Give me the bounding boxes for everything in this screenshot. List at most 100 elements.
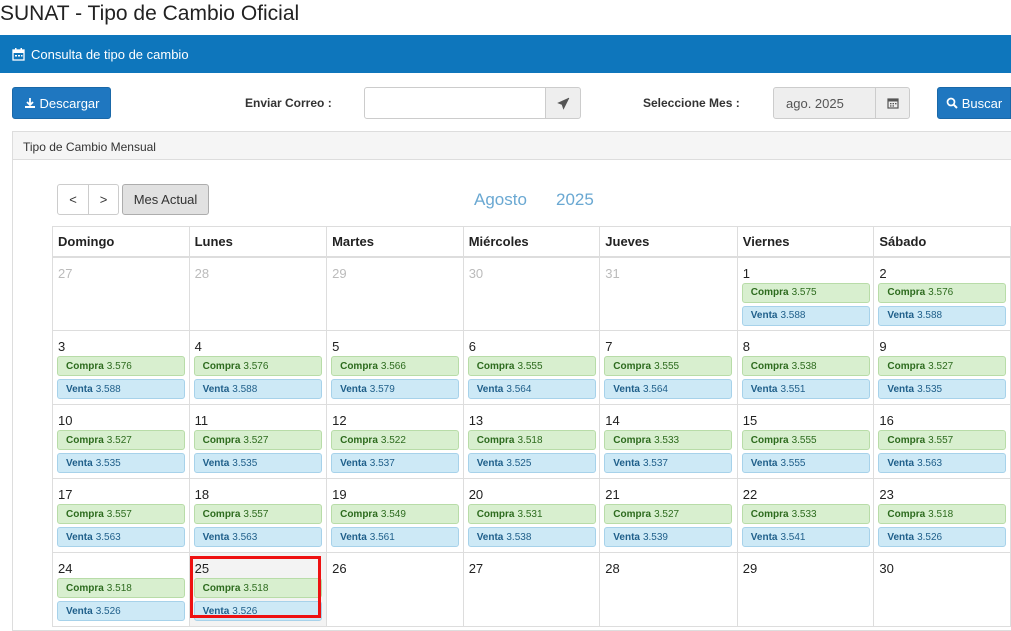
calendar-day-cell[interactable]: 27: [462, 552, 601, 627]
calendar-day-cell[interactable]: 2 Compra 3.576 Venta 3.588: [873, 256, 1011, 331]
venta-badge: Venta 3.541: [741, 527, 870, 547]
calendar-day-cell[interactable]: 16 Compra 3.557 Venta 3.563: [873, 404, 1011, 479]
day-number: 10: [58, 413, 73, 428]
compra-badge: Compra 3.518: [878, 504, 1007, 524]
calendar-day-cell[interactable]: 18 Compra 3.557 Venta 3.563: [188, 478, 328, 553]
day-number: 14: [605, 413, 620, 428]
compra-badge: Compra 3.566: [331, 356, 460, 376]
compra-label: Compra: [750, 360, 789, 372]
venta-badge: Venta 3.579: [331, 379, 460, 399]
month-picker-button[interactable]: [875, 87, 910, 119]
day-number: 20: [468, 487, 484, 502]
calendar-day-cell[interactable]: 21 Compra 3.527 Venta 3.539: [599, 478, 738, 553]
calendar-day-cell[interactable]: 3 Compra 3.576 Venta 3.588: [52, 330, 190, 405]
compra-value: 3.555: [654, 360, 680, 372]
calendar-day-cell[interactable]: 20 Compra 3.531 Venta 3.538: [462, 478, 601, 553]
calendar-day-cell[interactable]: 23 Compra 3.518 Venta 3.526: [873, 478, 1011, 553]
venta-badge: Venta 3.588: [878, 305, 1007, 326]
venta-label: Venta: [340, 531, 367, 543]
calendar-week-row: 10 Compra 3.527 Venta 3.535 11 Compra 3.527 Vent…: [52, 404, 1011, 479]
calendar-day-cell[interactable]: 17 Compra 3.557 Venta 3.563: [52, 478, 190, 553]
calendar-day-cell[interactable]: 29: [736, 552, 875, 627]
day-number: 29: [332, 265, 347, 281]
weekday-header: Miércoles: [462, 226, 601, 258]
calendar-week-row: 3 Compra 3.576 Venta 3.588 4 Compra 3.576 Venta 3…: [52, 330, 1011, 405]
calendar-day-cell[interactable]: 4 Compra 3.576 Venta 3.588: [188, 330, 328, 405]
download-button[interactable]: Descargar: [12, 87, 111, 119]
calendar-day-cell[interactable]: 19 Compra 3.549 Venta 3.561: [326, 478, 464, 553]
calendar-day-cell[interactable]: 10 Compra 3.527 Venta 3.535: [52, 404, 190, 479]
calendar-day-cell[interactable]: 25 Compra 3.518 Venta 3.526: [188, 552, 328, 627]
compra-label: Compra: [202, 360, 241, 372]
calendar-day-cell[interactable]: 15 Compra 3.555 Venta 3.555: [736, 404, 875, 479]
email-field[interactable]: [364, 87, 546, 119]
calendar-month-name: Agosto: [474, 190, 527, 209]
calendar-day-cell[interactable]: 9 Compra 3.527 Venta 3.535: [873, 330, 1011, 405]
venta-badge: Venta 3.537: [604, 453, 733, 473]
compra-value: 3.527: [243, 434, 269, 446]
compra-value: 3.531: [517, 508, 543, 520]
calendar-day-cell[interactable]: 28: [188, 256, 328, 331]
compra-badge: Compra 3.518: [467, 430, 596, 450]
day-number: 24: [58, 561, 73, 576]
venta-label: Venta: [202, 531, 230, 543]
venta-value: 3.535: [917, 383, 943, 395]
compra-value: 3.575: [791, 287, 817, 298]
search-button[interactable]: Buscar: [937, 87, 1011, 119]
venta-label: Venta: [340, 383, 367, 395]
day-number: 8: [742, 339, 751, 354]
calendar-day-cell[interactable]: 22 Compra 3.533 Venta 3.541: [736, 478, 875, 553]
prev-month-button[interactable]: <: [57, 184, 89, 215]
venta-badge: Venta 3.564: [604, 379, 733, 399]
calendar-day-cell[interactable]: 30: [462, 256, 601, 331]
venta-label: Venta: [887, 531, 915, 543]
calendar-day-cell[interactable]: 27: [52, 256, 190, 331]
venta-label: Venta: [750, 531, 778, 543]
day-number: 2: [879, 265, 887, 281]
calendar-day-cell[interactable]: 11 Compra 3.527 Venta 3.535: [188, 404, 328, 479]
download-label: Descargar: [39, 95, 100, 111]
calendar-day-cell[interactable]: 1 Compra 3.575 Venta 3.588: [736, 256, 875, 331]
compra-badge: Compra 3.531: [467, 504, 596, 524]
venta-label: Venta: [66, 457, 93, 469]
day-number: 30: [468, 265, 484, 281]
calendar-day-cell[interactable]: 6 Compra 3.555 Venta 3.564: [462, 330, 601, 405]
calendar-day-cell[interactable]: 14 Compra 3.533 Venta 3.537: [599, 404, 738, 479]
venta-badge: Venta 3.538: [467, 527, 596, 547]
calendar-day-cell[interactable]: 29: [326, 256, 464, 331]
calendar-day-cell[interactable]: 13 Compra 3.518 Venta 3.525: [462, 404, 601, 479]
venta-value: 3.588: [232, 383, 258, 395]
compra-value: 3.518: [517, 434, 543, 446]
day-number: 27: [468, 561, 484, 576]
day-number: 26: [332, 561, 347, 576]
calendar-day-cell[interactable]: 7 Compra 3.555 Venta 3.564: [599, 330, 738, 405]
next-month-button[interactable]: >: [88, 184, 119, 215]
venta-badge: Venta 3.563: [878, 453, 1007, 473]
venta-label: Venta: [66, 383, 93, 395]
calendar-day-cell[interactable]: 8 Compra 3.538 Venta 3.551: [736, 330, 875, 405]
compra-value: 3.518: [243, 582, 269, 594]
venta-badge: Venta 3.539: [604, 527, 733, 547]
venta-value: 3.561: [369, 531, 395, 543]
calendar-day-cell[interactable]: 24 Compra 3.518 Venta 3.526: [52, 552, 190, 627]
send-email-button[interactable]: [545, 87, 581, 119]
venta-value: 3.551: [780, 383, 806, 395]
calendar-day-cell[interactable]: 28: [599, 552, 738, 627]
venta-label: Venta: [476, 531, 504, 543]
venta-badge: Venta 3.535: [878, 379, 1007, 399]
calendar-day-cell[interactable]: 26: [326, 552, 464, 627]
venta-value: 3.537: [642, 457, 668, 469]
day-number: 29: [742, 561, 758, 576]
day-number: 19: [332, 487, 347, 502]
current-month-button[interactable]: Mes Actual: [122, 184, 209, 215]
month-field[interactable]: ago. 2025: [773, 87, 876, 119]
venta-value: 3.588: [95, 383, 121, 395]
venta-label: Venta: [202, 383, 230, 395]
compra-label: Compra: [750, 508, 789, 520]
venta-value: 3.538: [506, 531, 532, 543]
calendar-day-cell[interactable]: 30: [873, 552, 1011, 627]
compra-badge: Compra 3.576: [57, 356, 185, 376]
calendar-day-cell[interactable]: 12 Compra 3.522 Venta 3.537: [326, 404, 464, 479]
calendar-day-cell[interactable]: 31: [599, 256, 738, 331]
calendar-day-cell[interactable]: 5 Compra 3.566 Venta 3.579: [326, 330, 464, 405]
